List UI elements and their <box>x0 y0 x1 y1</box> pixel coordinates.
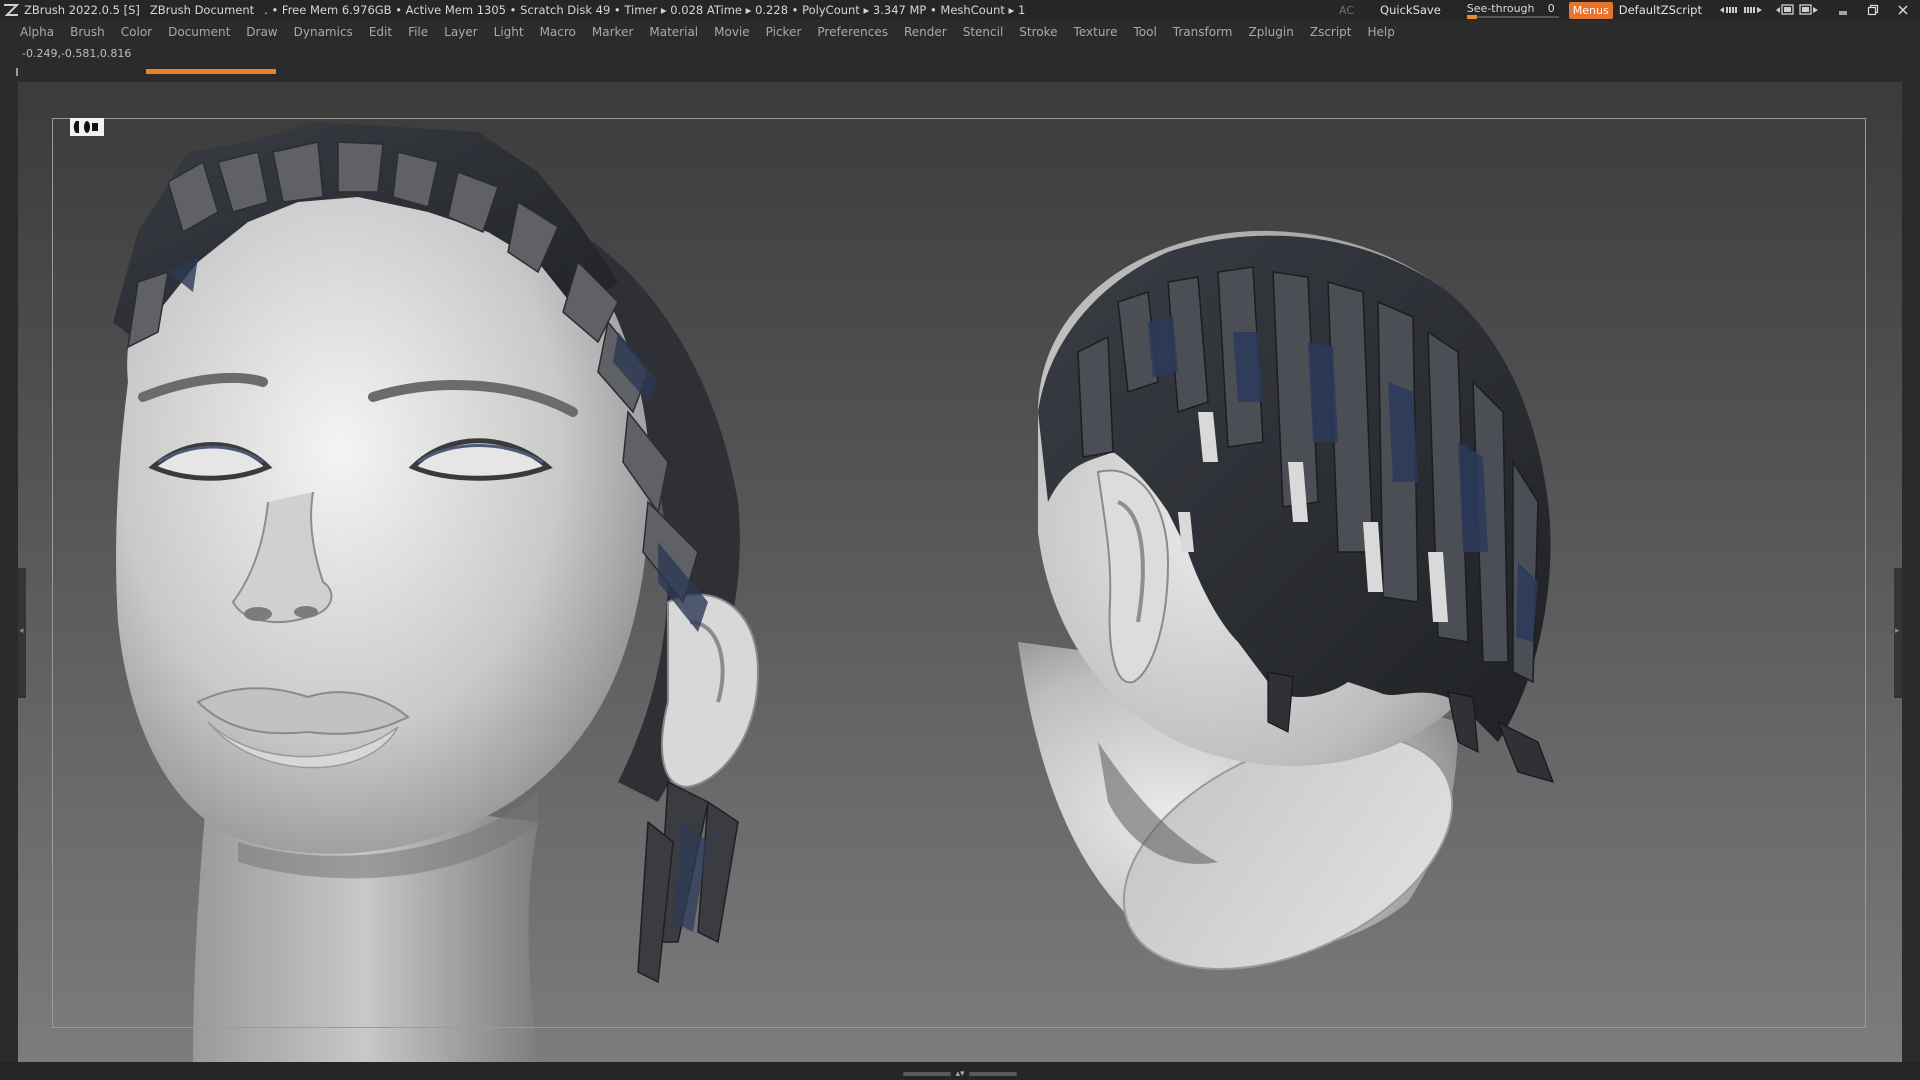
progress-row <box>16 68 1900 76</box>
menu-tool[interactable]: Tool <box>1125 25 1164 39</box>
dock-icon[interactable] <box>1798 1 1820 19</box>
see-through-track <box>1466 16 1559 18</box>
menu-light[interactable]: Light <box>486 25 532 39</box>
layout-left-icon[interactable] <box>1718 1 1740 19</box>
see-through-slider[interactable]: See-through 0 <box>1466 1 1559 19</box>
menu-dynamics[interactable]: Dynamics <box>286 25 361 39</box>
memory-stats: . • Free Mem 6.976GB • Active Mem 1305 •… <box>264 3 1026 17</box>
see-through-value: 0 <box>1547 2 1555 15</box>
perspective-toggle-icon[interactable] <box>70 118 104 136</box>
menu-stroke[interactable]: Stroke <box>1011 25 1065 39</box>
ac-indicator[interactable]: AC <box>1339 4 1354 17</box>
menu-color[interactable]: Color <box>113 25 160 39</box>
cursor-coordinates: -0.249,-0.581,0.816 <box>22 47 132 60</box>
menu-zplugin[interactable]: Zplugin <box>1241 25 1302 39</box>
menu-marker[interactable]: Marker <box>584 25 641 39</box>
menu-stencil[interactable]: Stencil <box>955 25 1012 39</box>
menus-toggle-button[interactable]: Menus <box>1568 1 1613 19</box>
zbrush-logo-icon[interactable] <box>2 2 20 18</box>
progress-bar <box>146 69 276 74</box>
minimize-icon[interactable] <box>1832 1 1854 19</box>
menu-transform[interactable]: Transform <box>1165 25 1241 39</box>
menu-zscript[interactable]: Zscript <box>1302 25 1360 39</box>
see-through-label: See-through <box>1466 2 1535 15</box>
menu-bar: Alpha Brush Color Document Draw Dynamics… <box>0 20 1920 44</box>
menu-render[interactable]: Render <box>896 25 955 39</box>
app-title: ZBrush 2022.0.5 [S] <box>24 3 140 17</box>
progress-start-marker <box>16 68 18 76</box>
restore-icon[interactable] <box>1862 1 1884 19</box>
right-tray-handle[interactable]: ▸ <box>1894 568 1902 698</box>
see-through-knob[interactable] <box>1466 15 1477 19</box>
menu-macro[interactable]: Macro <box>532 25 584 39</box>
handle-grip-left <box>903 1072 952 1076</box>
bottom-tray-handle[interactable]: ▴▾ <box>896 1070 1024 1079</box>
menu-alpha[interactable]: Alpha <box>12 25 62 39</box>
menu-file[interactable]: File <box>400 25 436 39</box>
default-zscript-button[interactable]: DefaultZScript <box>1619 3 1702 17</box>
menu-document[interactable]: Document <box>160 25 238 39</box>
menu-layer[interactable]: Layer <box>436 25 485 39</box>
menu-brush[interactable]: Brush <box>62 25 113 39</box>
menu-draw[interactable]: Draw <box>238 25 285 39</box>
menu-help[interactable]: Help <box>1360 25 1403 39</box>
menu-movie[interactable]: Movie <box>706 25 758 39</box>
document-name: ZBrush Document <box>149 3 255 17</box>
popup-icon[interactable] <box>1774 1 1796 19</box>
menu-preferences[interactable]: Preferences <box>809 25 896 39</box>
menu-edit[interactable]: Edit <box>361 25 400 39</box>
menu-texture[interactable]: Texture <box>1066 25 1126 39</box>
menu-picker[interactable]: Picker <box>758 25 810 39</box>
menu-material[interactable]: Material <box>641 25 706 39</box>
close-icon[interactable] <box>1892 1 1914 19</box>
left-tray-handle[interactable]: ◂ <box>18 568 26 698</box>
title-bar: ZBrush 2022.0.5 [S] ZBrush Document . • … <box>0 0 1920 20</box>
handle-grip-right <box>968 1072 1017 1076</box>
canvas-viewport[interactable]: ◂ ▸ <box>18 82 1902 1062</box>
quicksave-button[interactable]: QuickSave <box>1380 3 1441 17</box>
expand-arrows-icon[interactable]: ▴▾ <box>955 1070 964 1079</box>
document-frame <box>52 118 1866 1028</box>
layout-right-icon[interactable] <box>1742 1 1764 19</box>
